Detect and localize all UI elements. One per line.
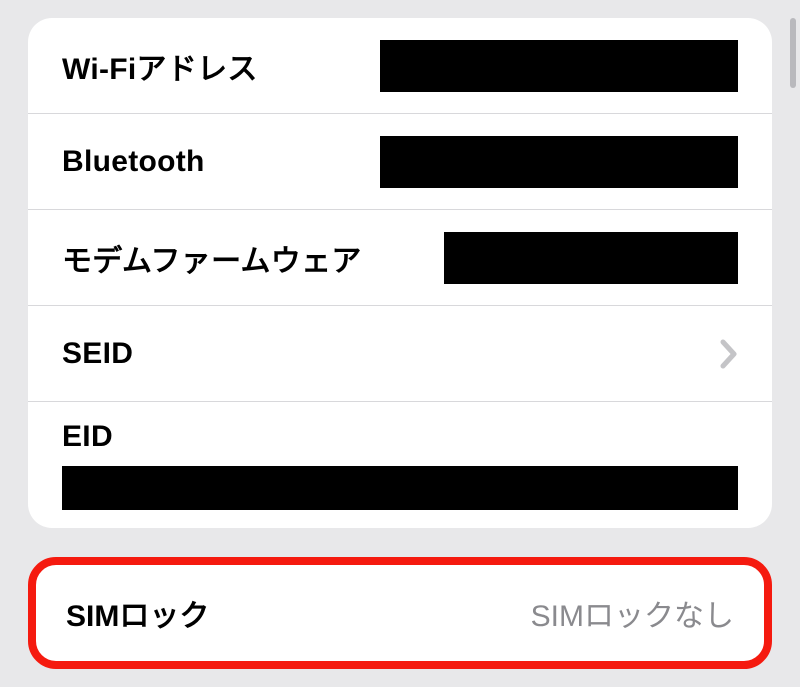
eid-label: EID: [62, 420, 738, 454]
scroll-indicator[interactable]: [790, 18, 796, 88]
sim-lock-value: SIMロックなし: [531, 591, 734, 635]
modem-firmware-value-redacted: [444, 232, 738, 284]
chevron-right-icon: [720, 339, 738, 369]
bluetooth-label: Bluetooth: [62, 145, 205, 179]
row-seid[interactable]: SEID: [28, 306, 772, 402]
wifi-address-value-redacted: [380, 40, 738, 92]
row-sim-lock-highlighted: SIMロック SIMロックなし: [28, 557, 772, 669]
modem-firmware-label: モデムファームウェア: [62, 236, 362, 280]
row-bluetooth: Bluetooth: [28, 114, 772, 210]
wifi-address-label: Wi-Fiアドレス: [62, 44, 258, 88]
bluetooth-value-redacted: [380, 136, 738, 188]
row-eid: EID: [28, 402, 772, 528]
settings-card: Wi-Fiアドレス Bluetooth モデムファームウェア SEID EID: [28, 18, 772, 528]
sim-lock-label: SIMロック: [66, 591, 209, 635]
seid-label: SEID: [62, 337, 133, 371]
row-modem-firmware: モデムファームウェア: [28, 210, 772, 306]
row-wifi-address: Wi-Fiアドレス: [28, 18, 772, 114]
eid-value-redacted: [62, 466, 738, 510]
